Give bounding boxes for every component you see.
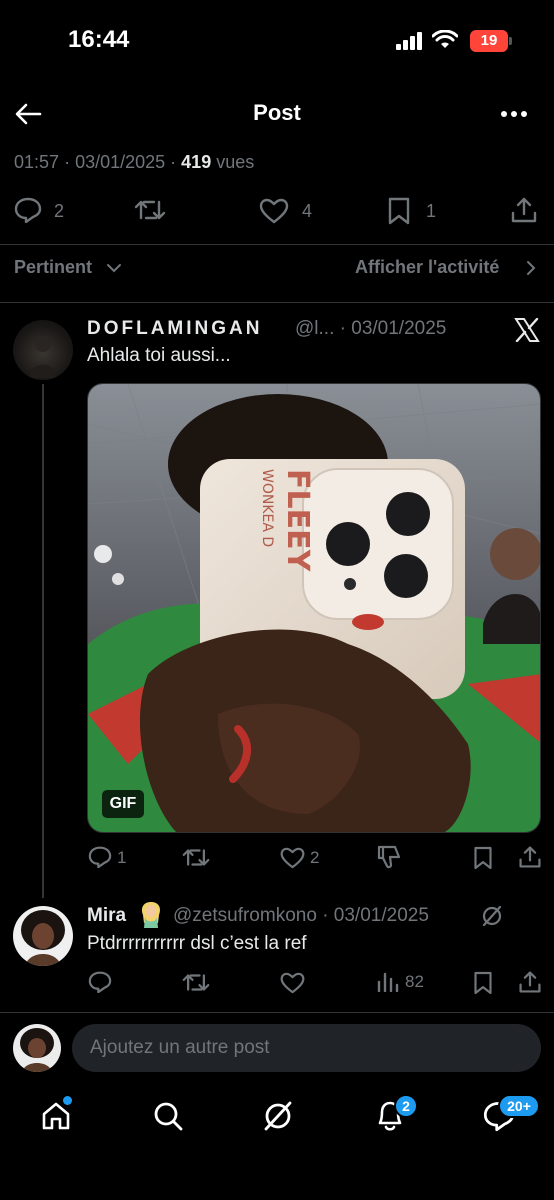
battery-tip [509,37,512,45]
reply-count: 1 [117,848,127,867]
like-count: 2 [310,848,320,867]
notifications-badge: 2 [394,1094,418,1118]
bookmark-icon[interactable] [473,846,493,870]
x-logo-icon [514,318,540,342]
share-icon[interactable] [518,970,542,994]
repost-icon[interactable] [134,198,166,222]
battery-indicator: 19 [470,30,508,52]
reply-date: 03/01/2025 [333,905,429,926]
post-date: 03/01/2025 [75,152,166,172]
mermaid-emoji-icon [138,901,164,929]
reply-icon[interactable] [88,971,112,993]
views-label: vues [216,152,255,172]
reply-icon[interactable] [88,846,112,868]
author-handle-date: @l... · 03/01/2025 [295,318,447,339]
phone-case-text-bottom: FLEEY [280,469,315,573]
divider [0,244,554,245]
grok-icon[interactable] [262,1100,294,1132]
reply-date: 03/01/2025 [351,318,447,339]
like-icon[interactable] [259,198,289,224]
divider [0,302,554,303]
reply-composer-input[interactable]: Ajoutez un autre post [72,1024,541,1072]
status-time: 16:44 [68,26,130,53]
sort-dropdown[interactable]: Pertinent [14,257,92,278]
share-icon[interactable] [518,845,542,869]
repost-icon[interactable] [182,972,210,993]
more-options-icon[interactable] [500,110,528,118]
like-icon[interactable] [280,847,305,869]
page-title: Post [253,100,301,125]
like-icon[interactable] [280,972,305,994]
reply-text: Ptdrrrrrrrrrrr dsl c’est la ref [87,933,307,954]
wifi-icon [432,30,458,50]
author-handle: @zetsufromkono [173,905,317,926]
post-time: 01:57 [14,152,60,172]
reply-text: Ahlala toi aussi... [87,345,231,366]
chevron-down-icon [106,263,122,273]
bookmark-icon[interactable] [473,971,493,995]
share-icon[interactable] [510,196,538,224]
search-icon[interactable] [152,1100,184,1132]
views-count: 419 [181,152,212,172]
grok-icon[interactable] [481,905,503,927]
views-icon[interactable] [377,972,399,992]
messages-badge: 20+ [498,1094,540,1118]
sort-label: Pertinent [14,257,93,277]
post-meta: 01:57 · 03/01/2025 · 419 vues [14,152,255,172]
home-unread-dot [63,1096,72,1105]
avatar[interactable] [13,906,73,966]
author-handle-date: @zetsufromkono · 03/01/2025 [173,905,429,926]
dislike-icon[interactable] [375,845,401,869]
divider [0,1012,554,1013]
author-handle: @l... [295,318,335,339]
bookmark-count: 1 [426,201,437,221]
avatar [13,1024,61,1072]
phone-case-text-top: WONKEA D [259,469,275,547]
activity-link[interactable]: Afficher l'activité [355,257,499,278]
chevron-right-icon [526,260,536,276]
signal-icon [396,32,424,50]
reply-count: 2 [54,201,65,221]
repost-icon[interactable] [182,847,210,868]
reply-icon[interactable] [14,197,42,223]
gif-media[interactable]: WONKEA D FLEEY [87,383,541,833]
thread-line [42,384,44,898]
like-count: 4 [302,201,313,221]
views-count: 82 [405,972,424,991]
bookmark-icon[interactable] [387,197,411,225]
gif-badge: GIF [102,790,144,818]
author-name[interactable]: Mira [87,905,126,927]
avatar[interactable] [13,320,73,380]
author-name[interactable]: DOFLAMINGAN [87,318,262,340]
